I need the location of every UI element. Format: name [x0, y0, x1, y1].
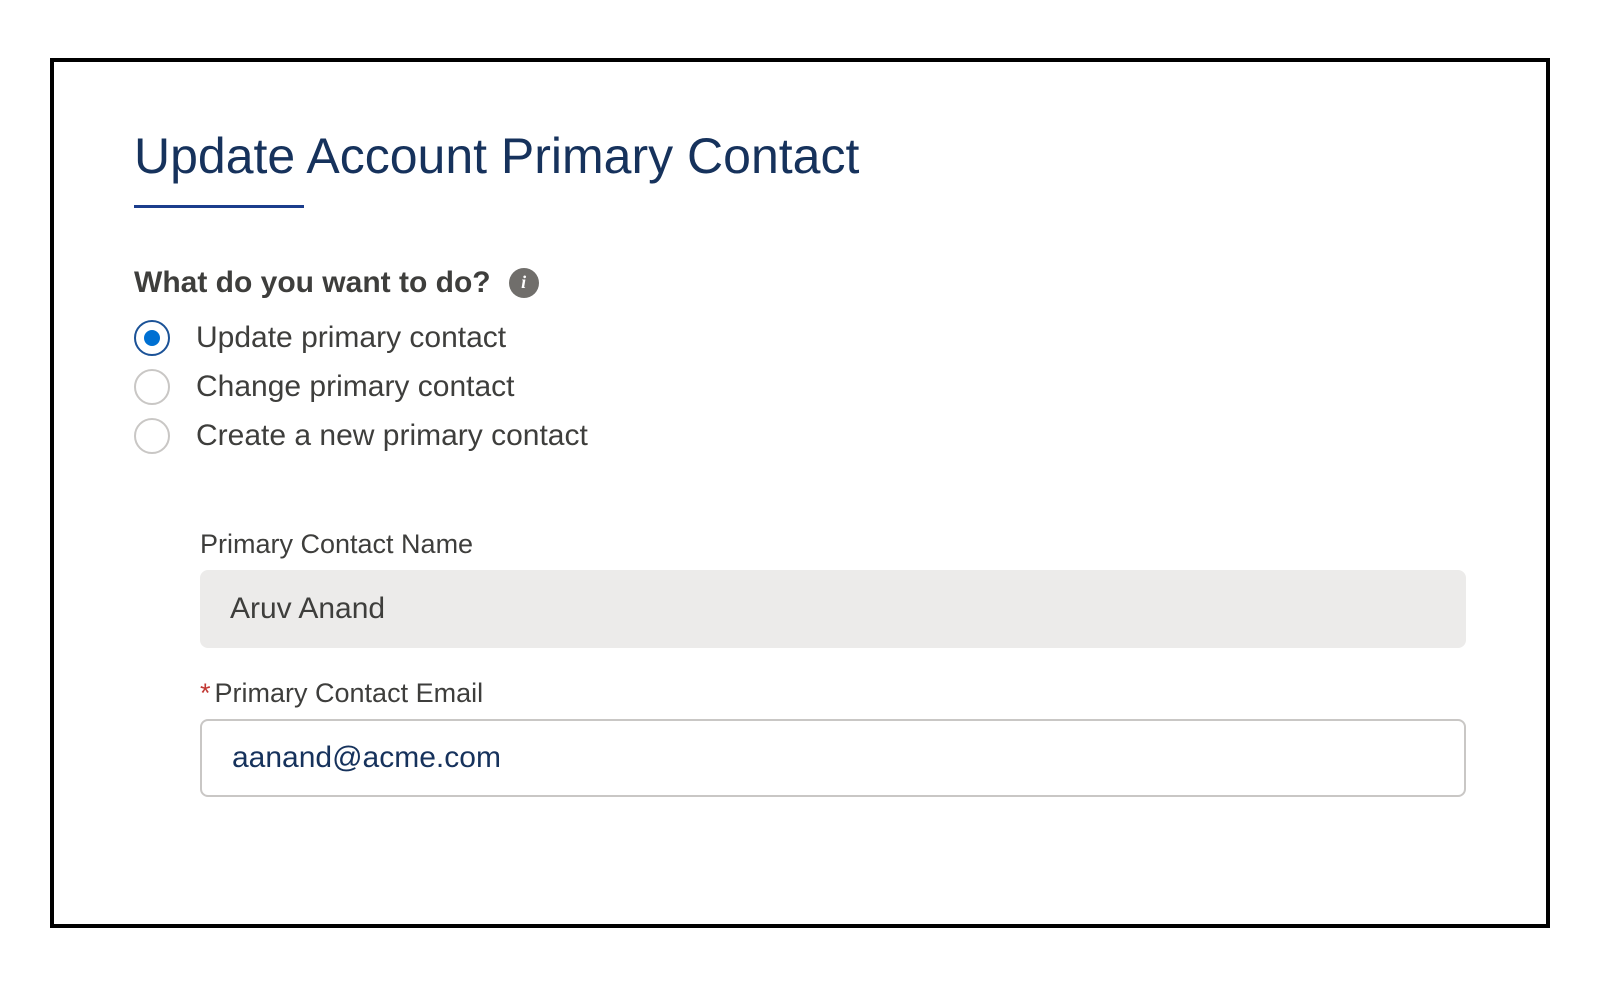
email-label-text: Primary Contact Email	[215, 678, 484, 708]
form-group-name: Primary Contact Name Aruv Anand	[200, 529, 1466, 648]
question-row: What do you want to do? i	[134, 266, 1466, 300]
radio-option-create[interactable]: Create a new primary contact	[134, 418, 1466, 454]
contact-name-field: Aruv Anand	[200, 570, 1466, 648]
radio-group: Update primary contact Change primary co…	[134, 320, 1466, 454]
title-underline	[134, 205, 304, 208]
radio-option-change[interactable]: Change primary contact	[134, 369, 1466, 405]
radio-option-update[interactable]: Update primary contact	[134, 320, 1466, 356]
info-icon[interactable]: i	[509, 268, 539, 298]
radio-circle-icon	[134, 369, 170, 405]
form-frame: Update Account Primary Contact What do y…	[50, 58, 1550, 928]
radio-circle-icon	[134, 320, 170, 356]
form-group-email: *Primary Contact Email	[200, 678, 1466, 797]
contact-email-label: *Primary Contact Email	[200, 678, 1466, 709]
radio-circle-icon	[134, 418, 170, 454]
contact-email-input[interactable]	[200, 719, 1466, 797]
question-label: What do you want to do?	[134, 266, 491, 300]
contact-name-label: Primary Contact Name	[200, 529, 1466, 560]
required-asterisk: *	[200, 678, 211, 708]
radio-label: Change primary contact	[196, 370, 515, 404]
radio-label: Update primary contact	[196, 321, 506, 355]
page-title: Update Account Primary Contact	[134, 127, 1466, 185]
radio-label: Create a new primary contact	[196, 419, 588, 453]
form-section: Primary Contact Name Aruv Anand *Primary…	[134, 529, 1466, 797]
